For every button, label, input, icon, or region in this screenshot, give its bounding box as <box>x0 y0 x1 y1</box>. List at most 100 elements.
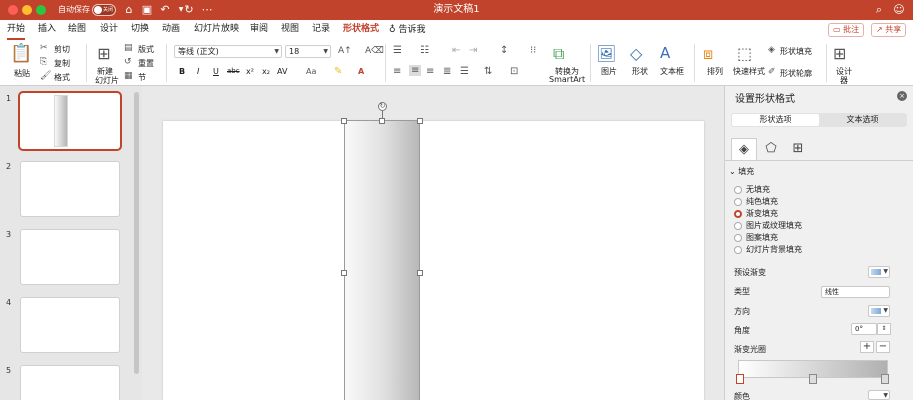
gradient-stop-handle[interactable] <box>736 374 744 384</box>
arrange-button[interactable]: 排列 <box>707 66 723 77</box>
text-direction-icon[interactable]: ⇅ <box>484 66 492 77</box>
distributed-icon[interactable]: ☰ <box>460 66 469 77</box>
tab-animations[interactable]: 动画 <box>162 20 180 40</box>
radio-button[interactable] <box>734 210 742 218</box>
reset-icon[interactable]: ↺ <box>124 57 132 67</box>
format-painter-button[interactable]: 格式 <box>54 72 70 83</box>
align-right-icon[interactable]: ≡ <box>426 66 434 77</box>
thumbnails-scrollbar[interactable] <box>134 92 139 374</box>
preset-gradient-picker[interactable]: ▼ <box>868 266 890 278</box>
textbox-icon[interactable]: A <box>660 44 670 62</box>
section-icon[interactable]: ▦ <box>124 71 133 81</box>
slide-thumbnail-5[interactable] <box>20 365 120 400</box>
tab-view[interactable]: 视图 <box>281 20 299 40</box>
gradient-direction-picker[interactable]: ▼ <box>868 305 890 317</box>
slide-thumbnail-3[interactable] <box>20 229 120 285</box>
gradient-stop-handle[interactable] <box>881 374 889 384</box>
shape-outline-icon[interactable]: ✐ <box>768 67 776 77</box>
effects-icon[interactable]: ⬠ <box>758 138 784 160</box>
zoom-window-button[interactable] <box>36 5 46 15</box>
autosave-toggle[interactable]: 关闭 <box>92 4 116 16</box>
tab-text-options[interactable]: 文本选项 <box>819 114 906 126</box>
resize-handle[interactable] <box>417 270 423 276</box>
shape-outline-button[interactable]: 形状轮廓 <box>780 68 812 79</box>
format-painter-icon[interactable]: 🖌 <box>40 71 51 81</box>
angle-input[interactable]: 0° <box>851 323 877 335</box>
radio-button[interactable] <box>734 222 742 230</box>
add-stop-button[interactable]: + <box>860 341 874 353</box>
new-slide-icon[interactable]: ⊞ <box>93 44 115 64</box>
gradient-rectangle-shape[interactable] <box>344 120 420 400</box>
home-icon[interactable]: ⌂ <box>122 3 136 17</box>
tell-me-box[interactable]: ♁ 告诉我 <box>389 20 425 40</box>
more-icon[interactable]: ⋯ <box>200 3 214 17</box>
underline-button[interactable]: U <box>213 67 219 76</box>
radio-button[interactable] <box>734 246 742 254</box>
angle-stepper[interactable]: ⇕ <box>877 323 891 335</box>
tab-slideshow[interactable]: 幻灯片放映 <box>194 20 239 40</box>
textbox-button[interactable]: 文本框 <box>660 66 684 77</box>
radio-button[interactable] <box>734 186 742 194</box>
italic-button[interactable]: I <box>197 67 199 76</box>
resize-handle[interactable] <box>417 118 423 124</box>
stop-color-picker[interactable]: ▼ <box>868 390 890 400</box>
align-center-icon[interactable]: ≡ <box>409 65 422 76</box>
tab-shape-options[interactable]: 形状选项 <box>732 114 819 126</box>
comments-button[interactable]: ▭ 批注 <box>828 23 865 37</box>
bold-button[interactable]: B <box>179 67 185 76</box>
slide-thumbnail-1[interactable] <box>18 91 122 151</box>
picture-button[interactable]: 图片 <box>601 66 617 77</box>
reset-button[interactable]: 重置 <box>138 58 154 69</box>
tab-review[interactable]: 审阅 <box>250 20 268 40</box>
close-window-button[interactable] <box>8 5 18 15</box>
quick-styles-icon[interactable]: ⬚ <box>737 44 752 63</box>
tab-home[interactable]: 开始 <box>7 20 26 40</box>
line-spacing-icon[interactable]: ↕ <box>500 45 508 56</box>
radio-button[interactable] <box>734 198 742 206</box>
tab-shape-format[interactable]: 形状格式 <box>343 20 379 40</box>
fill-section-header[interactable]: ⌄ 填充 <box>729 166 754 177</box>
tab-insert[interactable]: 插入 <box>38 20 56 40</box>
copy-button[interactable]: 复制 <box>54 58 70 69</box>
clear-format-icon[interactable]: A⌫ <box>365 46 384 56</box>
tab-record[interactable]: 记录 <box>312 20 330 40</box>
rotate-handle[interactable]: ↻ <box>378 102 387 111</box>
slide-thumbnail-2[interactable] <box>20 161 120 217</box>
bullets-icon[interactable]: ☰ <box>393 45 402 56</box>
shape-button[interactable]: 形状 <box>632 66 648 77</box>
picture-icon[interactable]: 🖼 <box>596 44 616 63</box>
layout-button[interactable]: 版式 <box>138 44 154 55</box>
search-icon[interactable]: ⌕ <box>872 3 886 17</box>
account-icon[interactable]: ☺ <box>892 3 906 17</box>
increase-indent-icon[interactable]: ⇥ <box>469 45 477 56</box>
shape-icon[interactable]: ◇ <box>630 44 642 63</box>
justify-icon[interactable]: ≣ <box>443 66 451 77</box>
slide[interactable] <box>163 121 704 400</box>
gradient-stop-handle[interactable] <box>809 374 817 384</box>
copy-icon[interactable]: ⎘ <box>40 57 47 67</box>
tab-design[interactable]: 设计 <box>100 20 118 40</box>
align-text-icon[interactable]: ⊡ <box>510 66 518 77</box>
designer-label-2[interactable]: 器 <box>840 75 848 86</box>
quick-styles-button[interactable]: 快速样式 <box>733 66 765 77</box>
designer-icon[interactable]: ⊞ <box>833 44 846 63</box>
align-left-icon[interactable]: ≡ <box>393 66 401 77</box>
subscript-button[interactable]: x₂ <box>262 67 270 76</box>
resize-handle[interactable] <box>341 270 347 276</box>
remove-stop-button[interactable]: − <box>876 341 890 353</box>
resize-handle[interactable] <box>341 118 347 124</box>
paste-label[interactable]: 粘贴 <box>14 68 30 79</box>
close-icon[interactable]: × <box>897 91 907 101</box>
tab-draw[interactable]: 绘图 <box>68 20 86 40</box>
font-size-combo[interactable]: 18 ▼ <box>285 45 331 58</box>
shape-fill-icon[interactable]: ◈ <box>768 45 775 55</box>
undo-icon[interactable]: ↶ <box>158 3 172 17</box>
minimize-window-button[interactable] <box>22 5 32 15</box>
character-spacing-button[interactable]: AV <box>277 67 287 76</box>
share-button[interactable]: ↗ 共享 <box>871 23 907 37</box>
slide-thumbnail-4[interactable] <box>20 297 120 353</box>
new-slide-label-2[interactable]: 幻灯片 <box>95 75 119 86</box>
section-button[interactable]: 节 <box>138 72 146 83</box>
convert-smartart-label-2[interactable]: SmartArt <box>549 75 585 84</box>
highlighter-icon[interactable]: ✎ <box>334 66 342 77</box>
